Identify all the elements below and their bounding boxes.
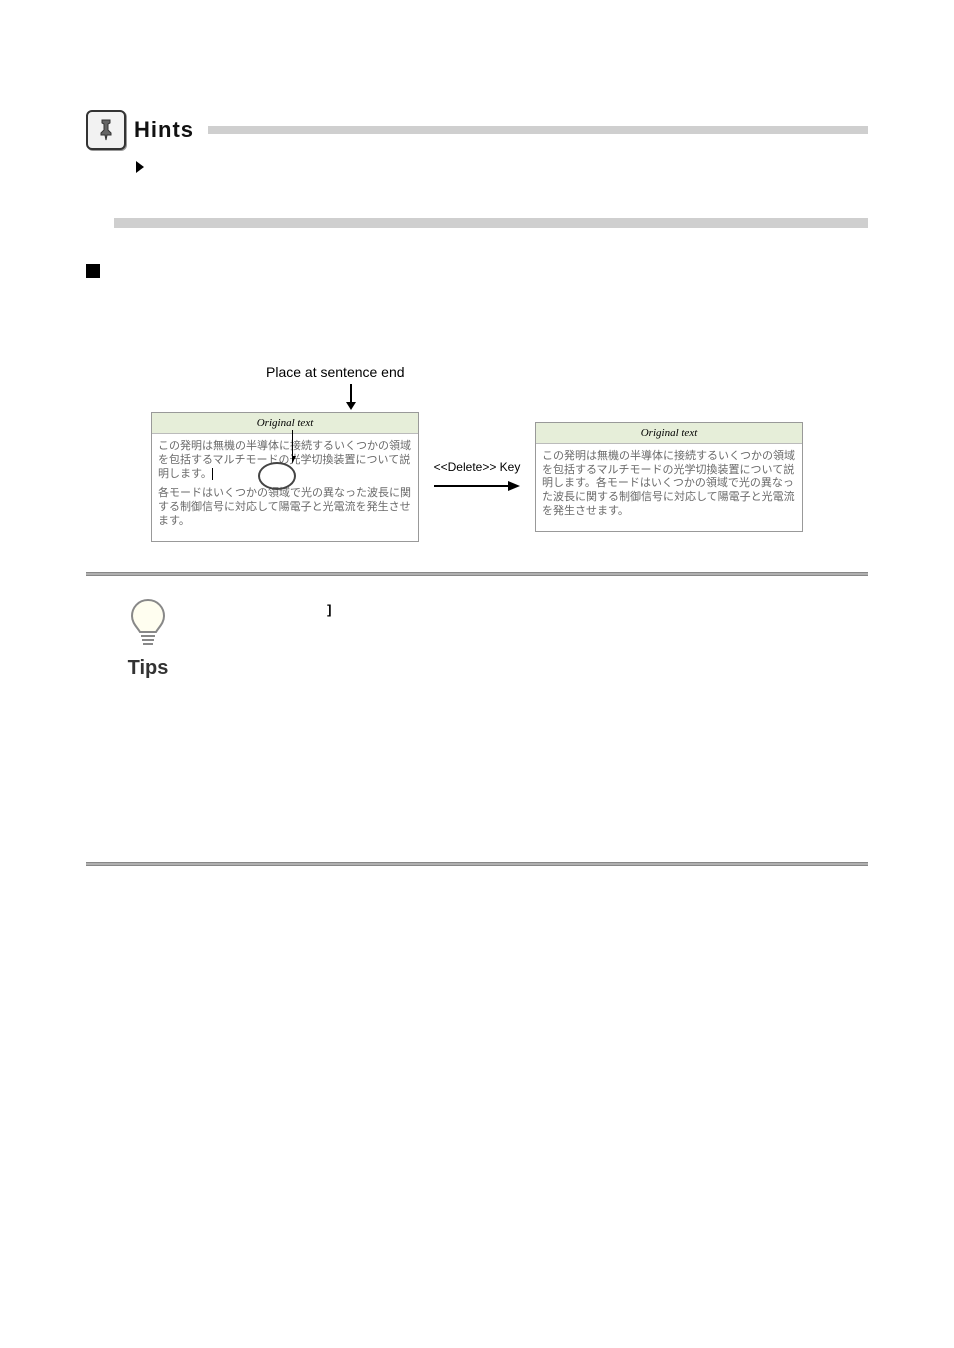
lightbulb-icon xyxy=(127,596,169,655)
hints-footer-rule xyxy=(114,218,868,228)
hints-item-text: If there are several single-line transla… xyxy=(152,158,593,194)
figure-left-panel: Original text この発明は無機の半導体に接続するいくつかの領域を包括… xyxy=(151,412,419,542)
section-paragraph: Place the cursor at the appropriate posi… xyxy=(112,284,639,322)
figure-caption: Place at sentence end xyxy=(266,364,405,380)
panel-text: この発明は無機の半導体に接続するいくつかの領域を包括するマルチモードの光学切換装… xyxy=(158,440,412,481)
horizontal-rule xyxy=(86,862,868,866)
delete-key-label: <<Delete>> Key xyxy=(423,460,531,494)
section-title: Combining Sentences xyxy=(112,262,639,278)
figure-right-panel: Original text この発明は無機の半導体に接続するいくつかの領域を包括… xyxy=(535,422,803,532)
hints-title: Hints xyxy=(134,117,194,143)
panel-header: Original text xyxy=(152,413,418,434)
arrow-down-icon xyxy=(344,384,358,412)
triangle-bullet-icon xyxy=(136,161,144,173)
arrow-right-icon xyxy=(432,478,522,494)
tips-body-text: Sentence combination is useful for a sen… xyxy=(192,619,868,834)
tips-label: Tips xyxy=(128,657,169,680)
panel-text: この発明は無機の半導体に接続するいくつかの領域を包括するマルチモードの光学切換装… xyxy=(542,450,796,519)
square-bullet-icon xyxy=(86,264,100,278)
pushpin-icon xyxy=(86,110,126,150)
panel-text: 各モードはいくつかの領域で光の異なった波長に関する制御信号に対応して陽電子と光電… xyxy=(158,487,412,528)
hints-rule xyxy=(208,126,868,134)
arrow-indicator-icon xyxy=(292,430,312,466)
horizontal-rule xyxy=(86,572,868,576)
panel-header: Original text xyxy=(536,423,802,444)
tips-title: Translation Process xyxy=(200,602,324,617)
